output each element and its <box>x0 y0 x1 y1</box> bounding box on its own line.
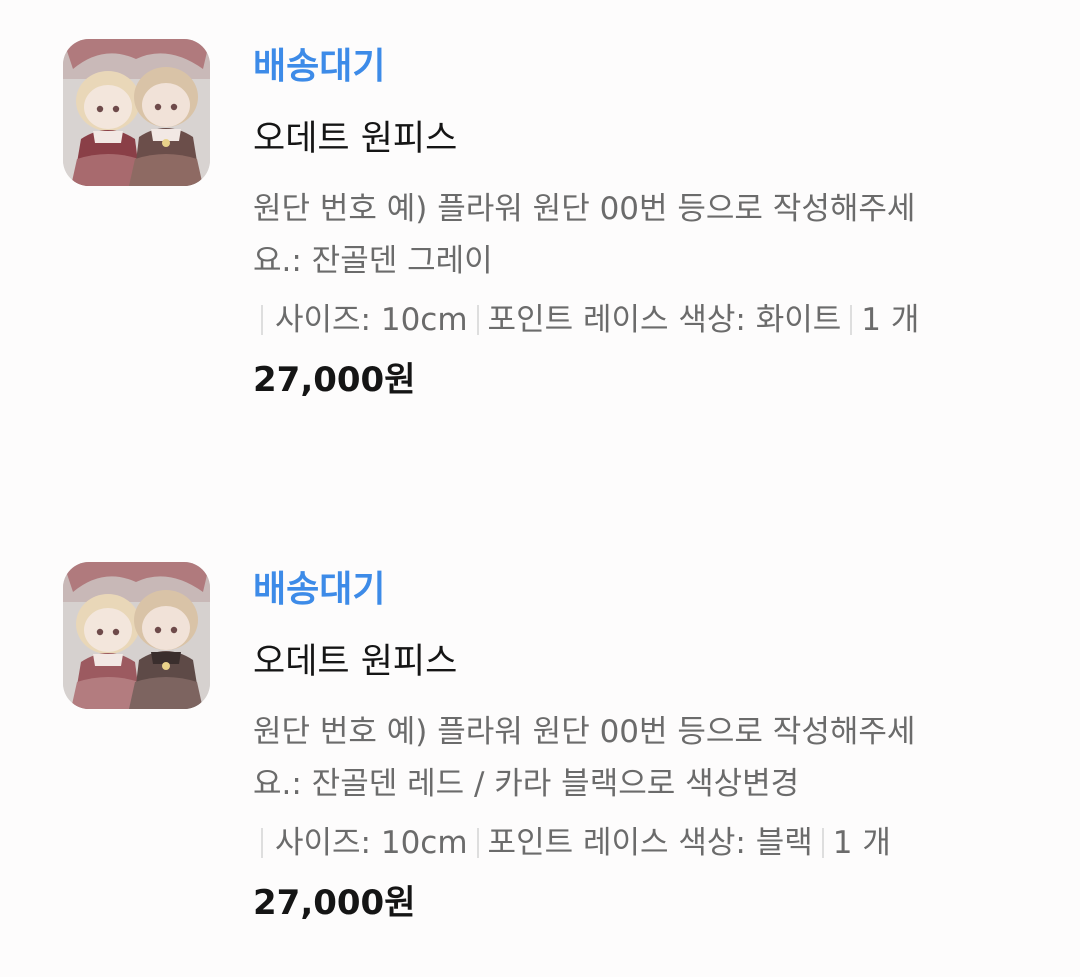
quantity: 1 개 <box>861 302 920 338</box>
doll-photo-icon <box>63 39 210 186</box>
option-line: 요.: 잔골덴 그레이 <box>253 243 493 279</box>
option-line: 원단 번호 예) 플라워 원단 00번 등으로 작성해주세 <box>253 714 916 750</box>
product-thumbnail[interactable] <box>63 562 210 709</box>
divider <box>476 828 479 858</box>
option-text: 원단 번호 예) 플라워 원단 00번 등으로 작성해주세 요.: 잔골덴 레드… <box>253 706 993 810</box>
quantity: 1 개 <box>832 825 891 861</box>
lace-color-option: 포인트 레이스 색상: 블랙 <box>487 825 813 861</box>
product-name[interactable]: 오데트 원피스 <box>253 639 457 685</box>
divider <box>261 828 263 858</box>
order-item[interactable]: 배송대기 오데트 원피스 원단 번호 예) 플라워 원단 00번 등으로 작성해… <box>0 0 1080 400</box>
order-status: 배송대기 <box>253 46 386 87</box>
price: 27,000원 <box>253 360 416 400</box>
divider <box>261 305 263 335</box>
option-line: 원단 번호 예) 플라워 원단 00번 등으로 작성해주세 <box>253 191 916 227</box>
doll-photo-icon <box>63 562 210 709</box>
lace-color-option: 포인트 레이스 색상: 화이트 <box>487 302 842 338</box>
product-thumbnail[interactable] <box>63 39 210 186</box>
order-status: 배송대기 <box>253 569 386 610</box>
product-name[interactable]: 오데트 원피스 <box>253 116 457 162</box>
size-option: 사이즈: 10cm <box>275 302 468 338</box>
size-option: 사이즈: 10cm <box>275 825 468 861</box>
order-item[interactable]: 배송대기 오데트 원피스 원단 번호 예) 플라워 원단 00번 등으로 작성해… <box>0 523 1080 923</box>
option-line: 요.: 잔골덴 레드 / 카라 블랙으로 색상변경 <box>253 766 800 802</box>
option-text: 원단 번호 예) 플라워 원단 00번 등으로 작성해주세 요.: 잔골덴 그레… <box>253 183 993 287</box>
option-details: 사이즈: 10cm 포인트 레이스 색상: 화이트 1 개 <box>253 297 919 343</box>
divider <box>476 305 479 335</box>
divider <box>821 828 824 858</box>
divider <box>850 305 853 335</box>
option-details: 사이즈: 10cm 포인트 레이스 색상: 블랙 1 개 <box>253 820 891 866</box>
price: 27,000원 <box>253 883 416 923</box>
